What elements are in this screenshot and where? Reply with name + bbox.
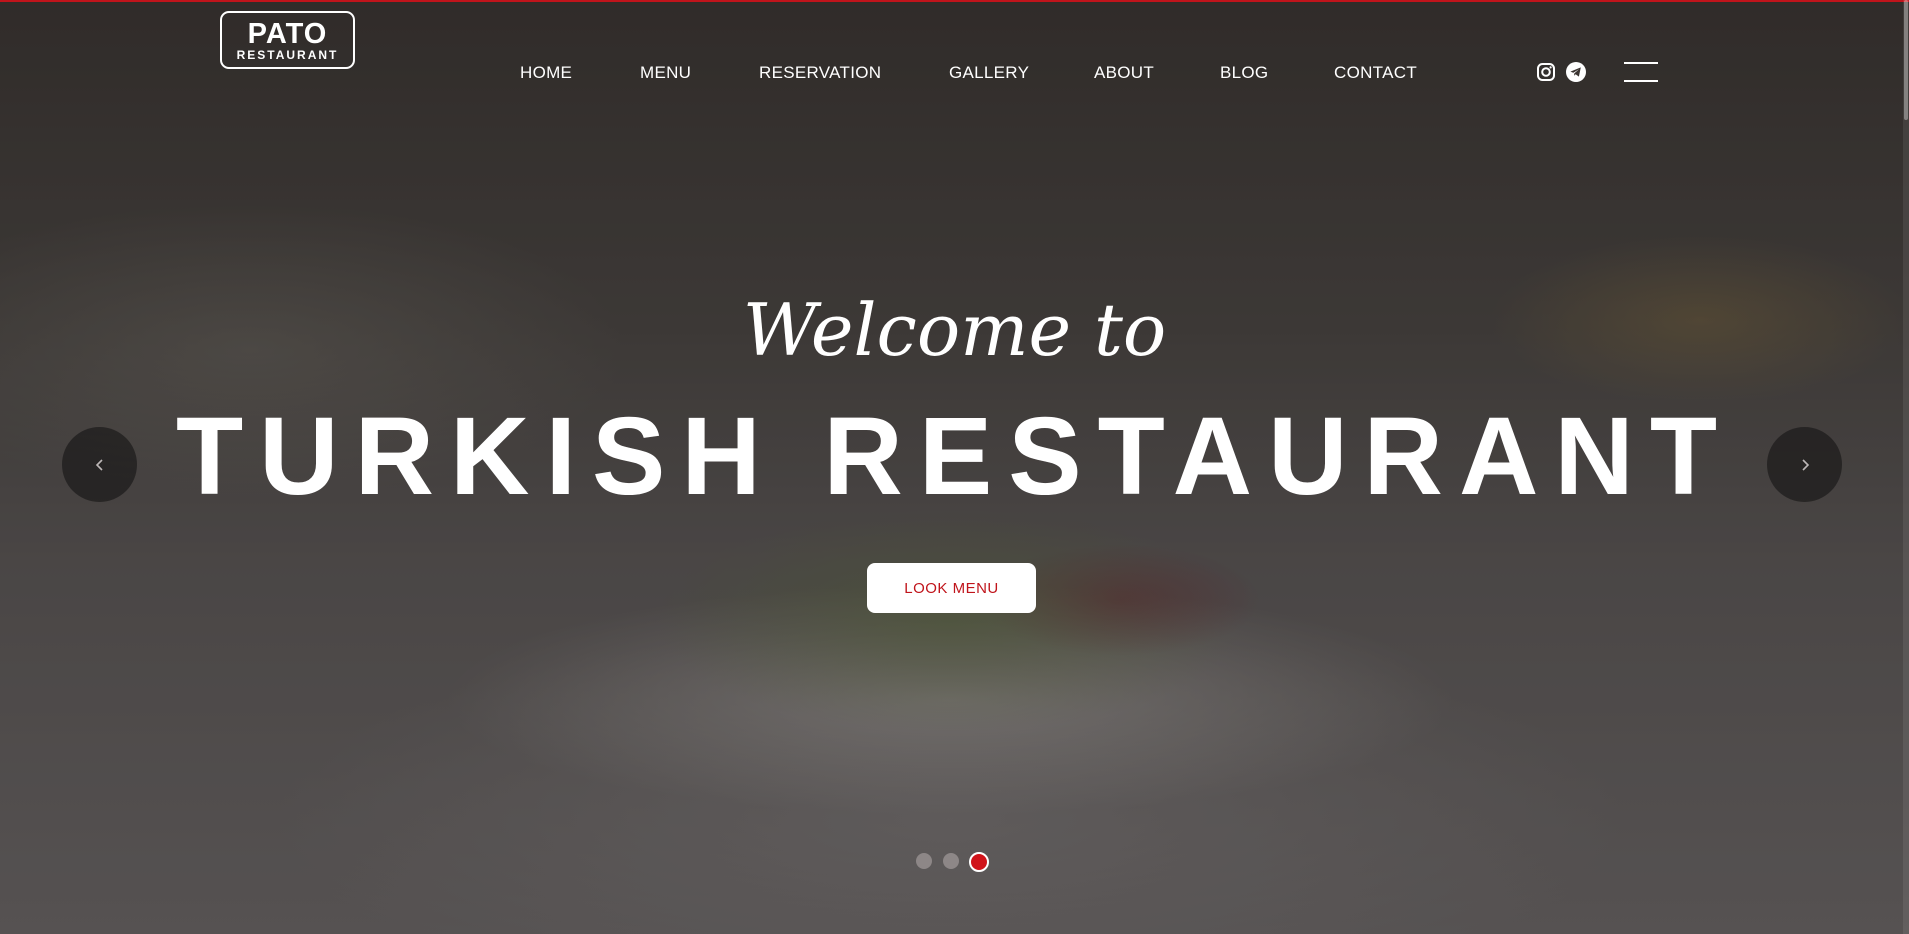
hero-headline: TURKISH RESTAURANT [175, 395, 1734, 518]
scrollbar-thumb[interactable] [1904, 0, 1908, 120]
brand-subtitle: RESTAURANT [236, 48, 339, 62]
look-menu-button[interactable]: LOOK MENU [867, 563, 1036, 613]
brand-logo[interactable]: PATO RESTAURANT [220, 11, 355, 69]
slide-dot-active[interactable] [969, 852, 989, 872]
chevron-right-icon [1801, 458, 1809, 471]
prev-slide-button[interactable] [62, 427, 137, 502]
slide-dot[interactable] [916, 853, 932, 869]
slide-dot[interactable] [943, 853, 959, 869]
nav-item-about[interactable]: ABOUT [1094, 63, 1154, 83]
nav-item-contact[interactable]: CONTACT [1334, 63, 1417, 83]
brand-name: PATO [247, 18, 328, 50]
nav-item-reservation[interactable]: RESERVATION [759, 63, 881, 83]
nav-item-blog[interactable]: BLOG [1220, 63, 1268, 83]
nav-item-gallery[interactable]: GALLERY [949, 63, 1029, 83]
hamburger-menu-icon[interactable] [1624, 62, 1658, 84]
hero-welcome-text: Welcome to [742, 288, 1167, 372]
chevron-left-icon [95, 458, 103, 471]
telegram-icon[interactable] [1566, 62, 1586, 82]
next-slide-button[interactable] [1767, 427, 1842, 502]
nav-item-home[interactable]: HOME [520, 63, 572, 83]
top-accent-line [0, 0, 1909, 2]
nav-item-menu[interactable]: MENU [640, 63, 691, 83]
instagram-icon[interactable] [1536, 62, 1556, 82]
